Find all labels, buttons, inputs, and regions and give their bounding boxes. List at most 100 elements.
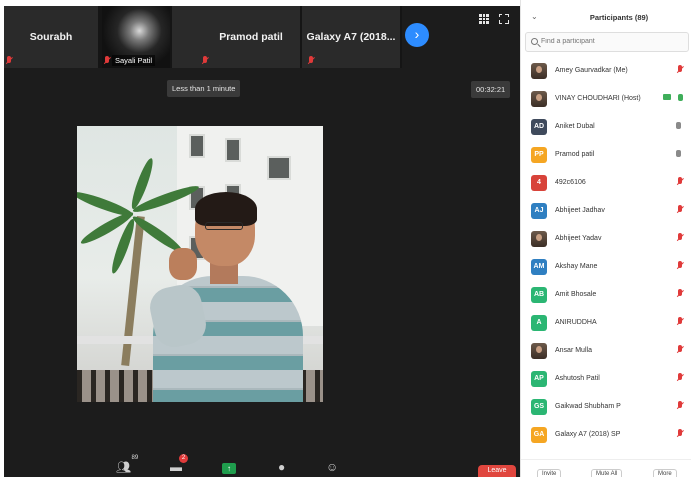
participants-icon: 👥︎ [116, 460, 132, 474]
participant-name: VINAY CHOUDHARI (Host) [555, 95, 641, 102]
participant-row[interactable]: GA Galaxy A7 (2018) SP [521, 420, 691, 448]
participant-row[interactable]: AB Amit Bhosale [521, 280, 691, 308]
video-on-icon [663, 94, 671, 100]
fullscreen-icon[interactable] [498, 13, 509, 24]
participant-row[interactable]: AD Aniket Dubal [521, 112, 691, 140]
mic-muted-icon [202, 56, 208, 65]
panel-title: Participants (89) [589, 13, 649, 22]
mic-muted-icon [677, 65, 683, 74]
search-input[interactable] [541, 38, 681, 45]
chat-unread-badge: 2 [179, 454, 188, 463]
duration-badge: Less than 1 minute [167, 80, 241, 97]
mic-muted-icon [677, 289, 683, 298]
participant-row[interactable]: AJ Abhijeet Jadhav [521, 196, 691, 224]
participant-name: Ashutosh Patil [555, 375, 600, 382]
mic-muted-icon [677, 429, 683, 438]
reactions-icon: ☺ [326, 460, 339, 474]
participant-row[interactable]: 4 492c6106 [521, 168, 691, 196]
participant-name: Pramod patil [555, 151, 595, 158]
mic-icon [678, 94, 683, 103]
leave-button[interactable]: Leave [478, 465, 516, 477]
participant-row[interactable]: VINAY CHOUDHARI (Host) [521, 84, 691, 112]
gallery-view-icon[interactable] [479, 14, 489, 24]
participant-row[interactable]: PP Pramod patil [521, 140, 691, 168]
tile-name: Pramod patil [219, 31, 283, 43]
mute-all-button[interactable]: Mute All [591, 469, 623, 477]
mic-muted-icon [677, 373, 683, 382]
avatar: A [531, 315, 547, 331]
thumbnail-strip: Sourabh Sayali Patil Pramod patil Galaxy… [4, 6, 520, 68]
mic-icon [676, 122, 681, 131]
participant-name: Aniket Dubal [555, 123, 595, 130]
participant-name: 492c6106 [555, 179, 586, 186]
meeting-window: Sourabh Sayali Patil Pramod patil Galaxy… [4, 6, 520, 477]
panel-footer: Invite Mute All More [521, 459, 691, 477]
participant-name: Abhijeet Yadav [555, 235, 602, 242]
record-icon: ● [278, 460, 286, 474]
avatar: AM [531, 259, 547, 275]
participant-name: Galaxy A7 (2018) SP [555, 431, 621, 438]
participant-row[interactable]: Ansar Mulla [521, 336, 691, 364]
participant-name: ANIRUDDHA [555, 319, 597, 326]
avatar: AP [531, 371, 547, 387]
avatar: 4 [531, 175, 547, 191]
search-icon [531, 38, 538, 45]
avatar: AD [531, 119, 547, 135]
meeting-toolbar: 👥︎ 89 ▬ 2 ↑ ● ☺ Leave [4, 454, 520, 477]
avatar: AB [531, 287, 547, 303]
reactions-button[interactable]: ☺ [326, 460, 338, 474]
participant-name: Akshay Mane [555, 263, 598, 270]
mic-muted-icon [677, 261, 683, 270]
avatar [531, 91, 547, 107]
mic-muted-icon [308, 56, 314, 65]
meeting-timer: 00:32:21 [471, 81, 511, 98]
participant-name: Ansar Mulla [555, 347, 592, 354]
participants-panel: ⌄ Participants (89) Amey Gaurvadkar (Me)… [520, 0, 691, 477]
share-screen-button[interactable]: ↑ [222, 463, 236, 474]
participant-row[interactable]: GS Gaikwad Shubham P [521, 392, 691, 420]
more-button[interactable]: More [653, 469, 677, 477]
participants-count: 89 [131, 455, 139, 461]
tile-name: Galaxy A7 (2018... [306, 31, 396, 43]
participant-tile-sourabh[interactable]: Sourabh [4, 6, 100, 68]
participant-tile-pramod-patil[interactable]: Pramod patil [172, 6, 302, 68]
mic-muted-icon [677, 401, 683, 410]
mic-icon [676, 150, 681, 159]
avatar: GS [531, 399, 547, 415]
participant-name: Gaikwad Shubham P [555, 403, 621, 410]
tile-name: Sayali Patil [112, 55, 156, 66]
participant-search[interactable] [525, 32, 689, 52]
mic-muted-icon [104, 56, 110, 65]
participant-name: Amit Bhosale [555, 291, 597, 298]
chat-button[interactable]: ▬ 2 [170, 454, 188, 474]
participant-row[interactable]: Abhijeet Yadav [521, 224, 691, 252]
panel-header: ⌄ Participants (89) [521, 0, 691, 30]
participant-row[interactable]: Amey Gaurvadkar (Me) [521, 56, 691, 84]
avatar [531, 63, 547, 79]
avatar: AJ [531, 203, 547, 219]
participants-button[interactable]: 👥︎ 89 [116, 455, 138, 474]
mic-muted-icon [6, 56, 12, 65]
mic-muted-icon [677, 205, 683, 214]
avatar [531, 231, 547, 247]
participant-row[interactable]: AM Akshay Mane [521, 252, 691, 280]
record-button[interactable]: ● [278, 460, 285, 474]
participant-row[interactable]: A ANIRUDDHA [521, 308, 691, 336]
tile-name: Sourabh [29, 31, 73, 43]
avatar [531, 343, 547, 359]
participant-name: Abhijeet Jadhav [555, 207, 605, 214]
mic-muted-icon [677, 177, 683, 186]
invite-button[interactable]: Invite [537, 469, 562, 477]
participant-row[interactable]: AP Ashutosh Patil [521, 364, 691, 392]
participant-tile-galaxy-a7[interactable]: Galaxy A7 (2018... [302, 6, 402, 68]
mic-muted-icon [677, 345, 683, 354]
mic-muted-icon [677, 233, 683, 242]
chevron-down-icon[interactable]: ⌄ [531, 12, 538, 21]
next-page-button[interactable]: › [405, 23, 429, 47]
active-speaker-video [77, 126, 323, 402]
mic-muted-icon [677, 317, 683, 326]
avatar: GA [531, 427, 547, 443]
avatar: PP [531, 147, 547, 163]
participant-name: Amey Gaurvadkar (Me) [555, 67, 628, 74]
participant-list: Amey Gaurvadkar (Me) VINAY CHOUDHARI (Hos… [521, 56, 691, 448]
